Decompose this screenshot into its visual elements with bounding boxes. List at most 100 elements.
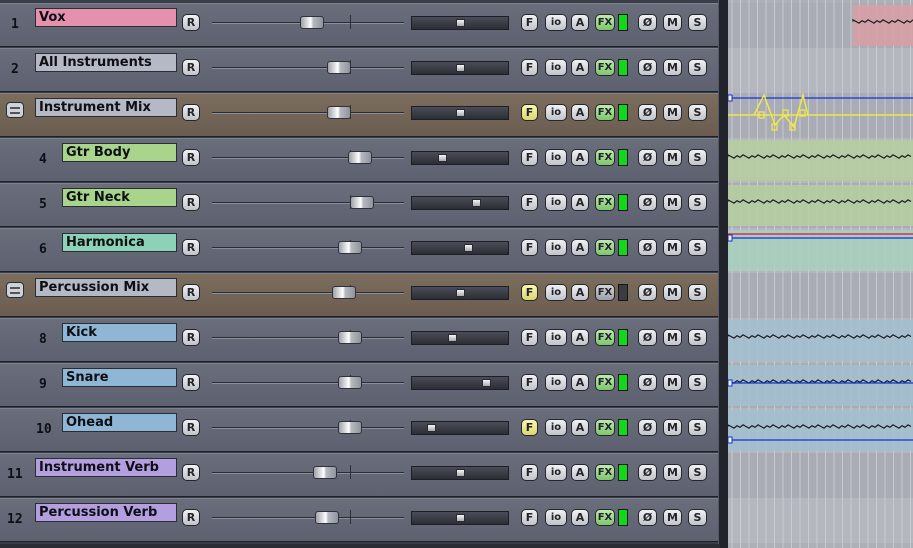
record-arm-button[interactable]: R (182, 149, 200, 166)
solo-button[interactable]: S (688, 239, 707, 256)
fx-enable-led[interactable] (618, 14, 628, 31)
mute-button[interactable]: M (663, 509, 682, 526)
solo-button[interactable]: S (688, 104, 707, 121)
track-name[interactable]: Instrument Mix (35, 98, 177, 117)
fx-browser-button[interactable]: F (521, 374, 538, 391)
io-button[interactable]: io (545, 104, 567, 121)
pan-knob[interactable] (471, 199, 481, 207)
track-name[interactable]: Percussion Mix (35, 278, 177, 297)
volume-slider[interactable] (212, 202, 404, 204)
track-row[interactable]: 2 All Instruments R Fio A FX Ø M S (0, 48, 718, 92)
volume-slider[interactable] (212, 427, 404, 429)
volume-knob[interactable] (338, 376, 363, 389)
track-name[interactable]: Ohead (62, 413, 177, 432)
fx-browser-button[interactable]: F (521, 509, 538, 526)
fx-enable-led[interactable] (618, 284, 628, 301)
track-row[interactable]: 8 Kick R Fio A FX Ø M S (0, 318, 718, 362)
fx-enable-led[interactable] (618, 464, 628, 481)
automation-button[interactable]: A (571, 59, 589, 76)
solo-button[interactable]: S (688, 149, 707, 166)
automation-button[interactable]: A (571, 194, 589, 211)
mute-button[interactable]: M (663, 239, 682, 256)
record-arm-button[interactable]: R (182, 59, 200, 76)
pan-knob[interactable] (456, 469, 465, 477)
panel-divider[interactable] (718, 0, 728, 548)
fx-enable-led[interactable] (618, 149, 628, 166)
fx-browser-button[interactable]: F (521, 329, 538, 346)
volume-knob[interactable] (349, 196, 374, 209)
automation-button[interactable]: A (571, 419, 589, 436)
mute-button[interactable]: M (663, 59, 682, 76)
fx-button[interactable]: FX (595, 104, 615, 121)
io-button[interactable]: io (545, 374, 567, 391)
record-arm-button[interactable]: R (182, 284, 200, 301)
mute-button[interactable]: M (663, 374, 682, 391)
folder-toggle-icon[interactable] (6, 102, 24, 118)
phase-invert-button[interactable]: Ø (638, 464, 657, 481)
pan-slider[interactable] (411, 196, 509, 210)
phase-invert-button[interactable]: Ø (638, 329, 657, 346)
track-row[interactable]: 11 Instrument Verb R Fio A FX Ø M S (0, 453, 718, 497)
fx-button[interactable]: FX (595, 329, 615, 346)
solo-button[interactable]: S (688, 374, 707, 391)
io-button[interactable]: io (545, 329, 567, 346)
record-arm-button[interactable]: R (182, 104, 200, 121)
phase-invert-button[interactable]: Ø (638, 104, 657, 121)
folder-toggle-icon[interactable] (6, 282, 24, 298)
track-name[interactable]: Gtr Body (62, 143, 177, 162)
volume-slider[interactable] (212, 112, 404, 114)
io-button[interactable]: io (545, 14, 567, 31)
automation-button[interactable]: A (571, 374, 589, 391)
mute-button[interactable]: M (663, 419, 682, 436)
io-button[interactable]: io (545, 284, 567, 301)
record-arm-button[interactable]: R (182, 239, 200, 256)
automation-button[interactable]: A (571, 329, 589, 346)
volume-knob[interactable] (338, 241, 363, 254)
fx-button[interactable]: FX (595, 464, 615, 481)
mute-button[interactable]: M (663, 329, 682, 346)
record-arm-button[interactable]: R (182, 329, 200, 346)
track-name[interactable]: Vox (35, 8, 177, 27)
volume-slider[interactable] (212, 472, 404, 474)
io-button[interactable]: io (545, 419, 567, 436)
phase-invert-button[interactable]: Ø (638, 149, 657, 166)
pan-knob[interactable] (482, 379, 492, 387)
io-button[interactable]: io (545, 194, 567, 211)
record-arm-button[interactable]: R (182, 374, 200, 391)
mute-button[interactable]: M (663, 14, 682, 31)
automation-button[interactable]: A (571, 464, 589, 481)
track-name[interactable]: Instrument Verb (35, 458, 177, 477)
track-row[interactable]: 12 Percussion Verb R Fio A FX Ø M S (0, 498, 718, 542)
automation-button[interactable]: A (571, 284, 589, 301)
fx-enable-led[interactable] (618, 419, 628, 436)
fx-browser-button[interactable]: F (521, 419, 538, 436)
fx-button[interactable]: FX (595, 419, 615, 436)
pan-knob[interactable] (448, 334, 458, 342)
fx-button[interactable]: FX (595, 239, 615, 256)
mute-button[interactable]: M (663, 104, 682, 121)
volume-slider[interactable] (212, 382, 404, 384)
pan-slider[interactable] (411, 241, 509, 255)
track-name[interactable]: All Instruments (35, 53, 177, 72)
fx-browser-button[interactable]: F (521, 149, 538, 166)
fx-button[interactable]: FX (595, 14, 615, 31)
pan-knob[interactable] (456, 19, 465, 27)
phase-invert-button[interactable]: Ø (638, 509, 657, 526)
io-button[interactable]: io (545, 239, 567, 256)
io-button[interactable]: io (545, 59, 567, 76)
record-arm-button[interactable]: R (182, 509, 200, 526)
arrange-canvas[interactable] (728, 0, 913, 548)
pan-slider[interactable] (411, 331, 509, 345)
volume-knob[interactable] (332, 286, 357, 299)
automation-button[interactable]: A (571, 104, 589, 121)
pan-knob[interactable] (438, 154, 448, 162)
automation-button[interactable]: A (571, 239, 589, 256)
fx-button[interactable]: FX (595, 374, 615, 391)
io-button[interactable]: io (545, 464, 567, 481)
volume-slider[interactable] (212, 517, 404, 519)
record-arm-button[interactable]: R (182, 464, 200, 481)
mute-button[interactable]: M (663, 149, 682, 166)
track-name[interactable]: Gtr Neck (62, 188, 177, 207)
fx-enable-led[interactable] (618, 59, 628, 76)
phase-invert-button[interactable]: Ø (638, 284, 657, 301)
